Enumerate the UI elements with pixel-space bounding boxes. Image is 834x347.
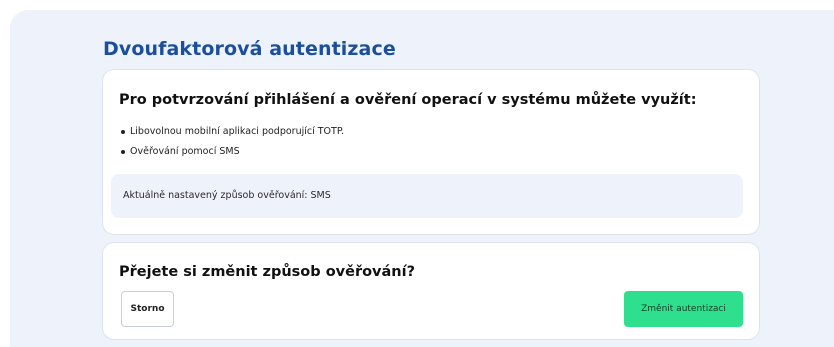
current-method-box: Aktuálně nastavený způsob ověřování: SMS <box>111 174 743 218</box>
change-method-card: Přejete si změnit způsob ověřování? Stor… <box>102 242 760 340</box>
auth-methods-heading: Pro potvrzování přihlášení a ověření ope… <box>119 92 697 108</box>
auth-methods-card: Pro potvrzování přihlášení a ověření ope… <box>102 69 760 235</box>
auth-methods-list: Libovolnou mobilní aplikaci podporující … <box>121 122 344 162</box>
cancel-button[interactable]: Storno <box>121 291 174 327</box>
change-authentication-button[interactable]: Změnit autentizaci <box>624 291 743 327</box>
change-method-heading: Přejete si změnit způsob ověřování? <box>119 264 415 280</box>
list-item-totp: Libovolnou mobilní aplikaci podporující … <box>121 122 344 142</box>
two-factor-panel: Dvoufaktorová autentizace Pro potvrzován… <box>10 10 834 347</box>
list-item-sms: Ověřování pomocí SMS <box>121 142 344 162</box>
page-title: Dvoufaktorová autentizace <box>103 38 396 60</box>
